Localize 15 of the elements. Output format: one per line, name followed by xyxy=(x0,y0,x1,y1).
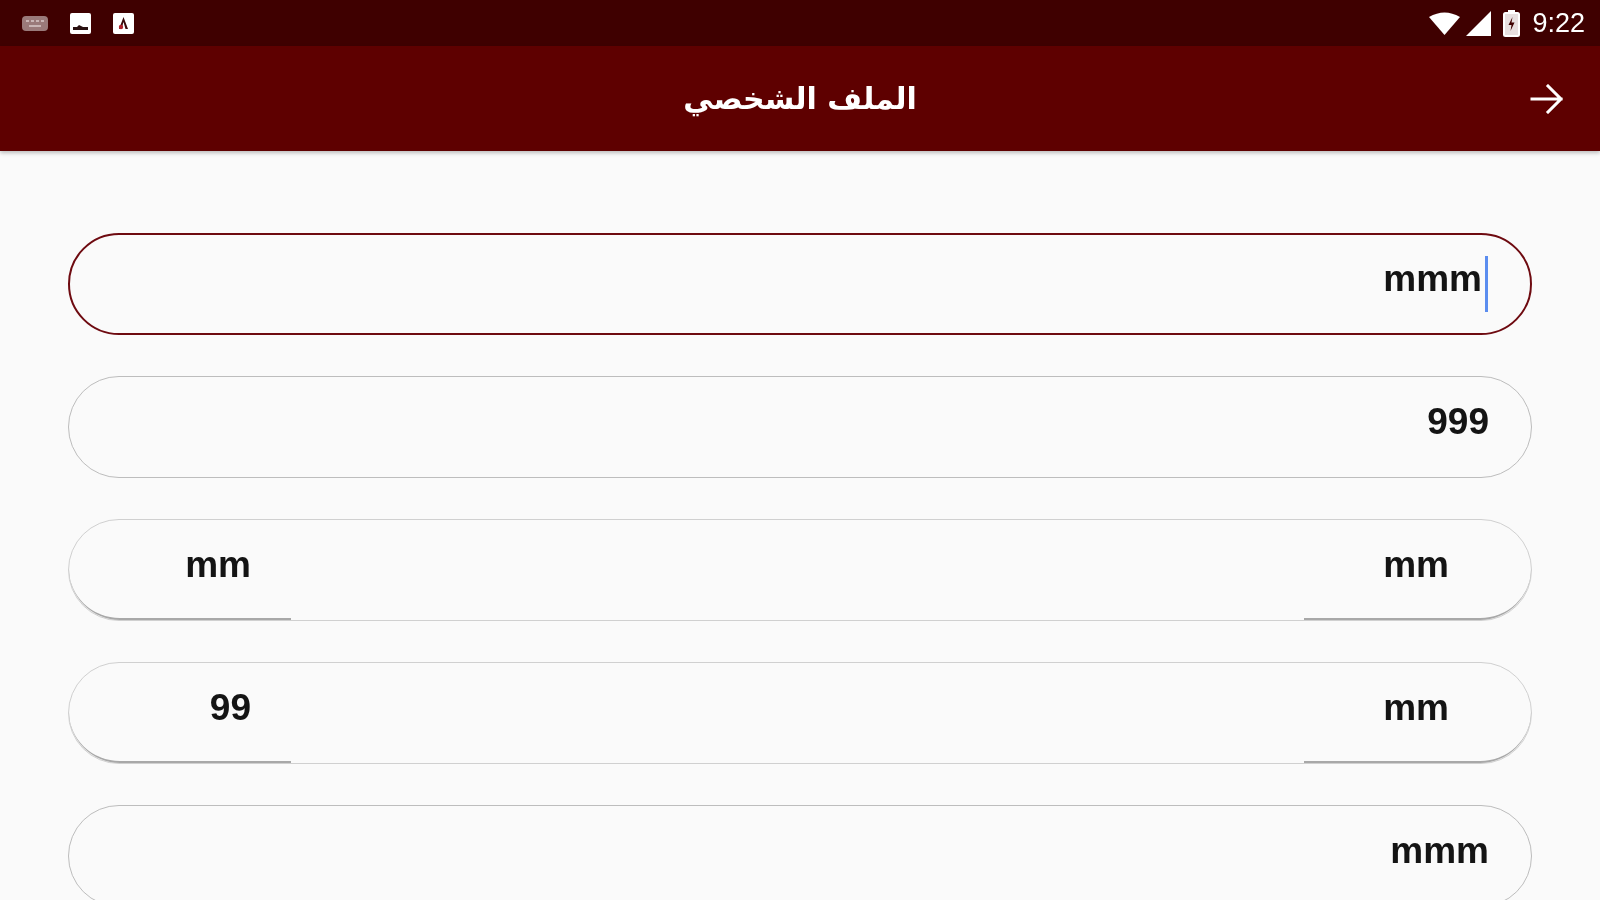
battery-charging-icon xyxy=(1503,9,1521,37)
image-icon xyxy=(70,12,91,34)
clock-time: 9:22 xyxy=(1532,7,1585,39)
input-field[interactable]: mm xyxy=(1304,520,1531,620)
notification-icon xyxy=(113,12,134,34)
input-field[interactable]: mmm xyxy=(68,233,1532,335)
wifi-icon xyxy=(1429,11,1461,35)
signal-icon xyxy=(1466,10,1492,36)
input-field[interactable]: mm xyxy=(1304,663,1531,763)
screen-title: الملف الشخصي xyxy=(683,80,917,118)
keyboard-icon xyxy=(22,15,48,31)
input-field[interactable]: mm xyxy=(69,520,291,620)
input-field[interactable]: 99 xyxy=(69,663,291,763)
right-arrow-icon[interactable] xyxy=(1530,83,1564,114)
text-cursor-icon xyxy=(1485,256,1488,312)
